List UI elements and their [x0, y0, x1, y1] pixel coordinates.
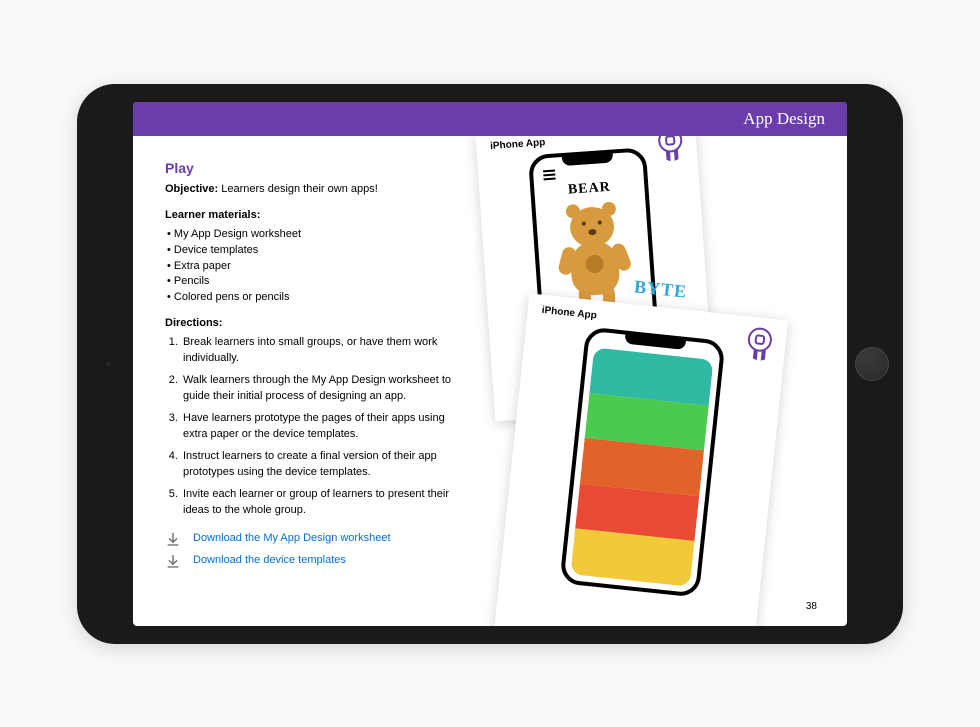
list-item: Extra paper — [167, 259, 455, 275]
objective-text: Learners design their own apps! — [218, 183, 378, 195]
objective-row: Objective: Learners design their own app… — [165, 182, 455, 198]
lesson-text-column: Play Objective: Learners design their ow… — [165, 158, 455, 575]
objective-label: Objective: — [165, 183, 218, 195]
worksheet-byte: BYTE iPhone App Everyone Can Code Early … — [494, 293, 788, 626]
download-row: Download the device templates — [165, 553, 455, 569]
list-item: Walk learners through the My App Design … — [181, 373, 455, 405]
directions-list: Break learners into small groups, or hav… — [181, 335, 455, 518]
ipad-home-button[interactable] — [855, 347, 889, 381]
list-item: Break learners into small groups, or hav… — [181, 335, 455, 367]
list-item: Instruct learners to create a final vers… — [181, 449, 455, 481]
materials-list: My App Design worksheet Device templates… — [167, 227, 455, 307]
phone-notch — [624, 333, 685, 349]
list-item: Have learners prototype the pages of the… — [181, 411, 455, 443]
worksheet-title: iPhone App — [490, 136, 682, 152]
ipad-device-frame: App Design Play Objective: Learners desi… — [77, 84, 903, 644]
award-ribbon-icon — [745, 326, 775, 365]
worksheet-footer: Everyone Can Code Early Learners — [495, 619, 754, 625]
download-icon — [165, 553, 181, 569]
list-item: Invite each learner or group of learners… — [181, 487, 455, 519]
ipad-camera — [105, 360, 112, 367]
download-row: Download the My App Design worksheet — [165, 531, 455, 547]
hamburger-icon — [543, 169, 556, 180]
list-item: Colored pens or pencils — [167, 290, 455, 306]
list-item: Pencils — [167, 274, 455, 290]
page-number: 38 — [806, 601, 817, 612]
chapter-title: App Design — [743, 109, 825, 129]
directions-heading: Directions: — [165, 316, 455, 332]
download-templates-link[interactable]: Download the device templates — [193, 553, 346, 569]
ipad-screen: App Design Play Objective: Learners desi… — [133, 102, 847, 626]
section-heading: Play — [165, 158, 455, 178]
award-ribbon-icon — [657, 136, 685, 165]
phone-notch — [562, 152, 613, 166]
chapter-banner: App Design — [133, 102, 847, 136]
color-stripes — [570, 347, 713, 586]
materials-heading: Learner materials: — [165, 208, 455, 224]
phone-template — [559, 326, 725, 597]
download-worksheet-link[interactable]: Download the My App Design worksheet — [193, 531, 391, 547]
page-content: Play Objective: Learners design their ow… — [133, 136, 847, 626]
app-name-bear: BEAR — [534, 177, 645, 201]
list-item: Device templates — [167, 243, 455, 259]
download-icon — [165, 531, 181, 547]
list-item: My App Design worksheet — [167, 227, 455, 243]
